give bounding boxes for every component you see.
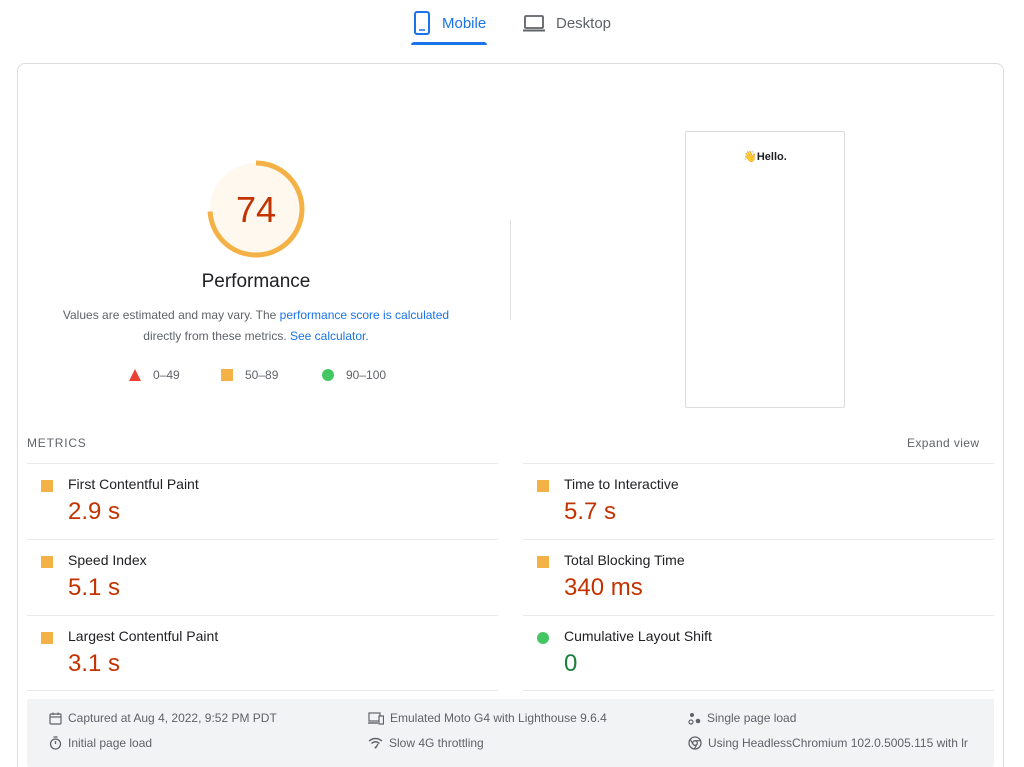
devices-icon [368,711,384,725]
average-square-icon [537,480,549,492]
description-text-1: Values are estimated and may vary. The [62,308,280,322]
metric-value: 5.7 s [564,498,617,525]
runtime-settings: Captured at Aug 4, 2022, 9:52 PM PDT Ini… [27,699,994,767]
metric-total-blocking-time: Total Blocking Time 340 ms [523,539,994,615]
circle-icon [322,369,334,381]
metric-name: Time to Interactive [564,476,679,492]
metric-name: Largest Contentful Paint [68,628,219,644]
device-text: Emulated Moto G4 with Lighthouse 9.6.4 [390,711,607,725]
browser-info: Using HeadlessChromium 102.0.5005.115 wi… [688,736,968,750]
calendar-icon [49,712,62,725]
laptop-icon [522,13,546,33]
preview-text: 👋Hello. [743,151,787,163]
performance-description: Values are estimated and may vary. The p… [40,305,472,347]
legend-fail: 0–49 [129,367,180,383]
divider [510,220,511,320]
see-calculator-link[interactable]: See calculator. [290,329,369,343]
signal-icon [368,737,383,749]
tab-mobile-label: Mobile [442,14,487,32]
throttling-info: Slow 4G throttling [368,736,484,750]
device-tabs: Mobile Desktop [0,0,1024,46]
square-icon [221,369,233,381]
nodes-icon [688,712,701,725]
performance-score: 74 [235,189,277,230]
metric-first-contentful-paint: First Contentful Paint 2.9 s [27,463,498,539]
metric-name: Cumulative Layout Shift [564,628,712,644]
metric-value: 0 [564,650,578,677]
initial-load-info: Initial page load [49,736,152,750]
metric-cumulative-layout-shift: Cumulative Layout Shift 0 [523,615,994,691]
page-screenshot-preview[interactable]: 👋Hello. [685,131,845,408]
legend-pass-label: 90–100 [346,368,387,382]
tab-mobile[interactable]: Mobile [412,0,486,46]
tab-desktop[interactable]: Desktop [522,0,611,46]
phone-icon [412,11,432,35]
average-square-icon [537,556,549,568]
average-square-icon [41,632,53,644]
legend-average: 50–89 [221,367,278,383]
score-calculated-link[interactable]: performance score is calculated [280,308,449,322]
device-info: Emulated Moto G4 with Lighthouse 9.6.4 [368,711,607,725]
pass-circle-icon [537,632,549,644]
metric-value: 340 ms [564,574,643,601]
legend-pass: 90–100 [322,367,386,383]
single-load-info: Single page load [688,711,796,725]
active-tab-indicator [411,42,487,45]
captured-info: Captured at Aug 4, 2022, 9:52 PM PDT [49,711,277,725]
captured-text: Captured at Aug 4, 2022, 9:52 PM PDT [68,711,277,725]
tab-desktop-label: Desktop [556,14,612,32]
chrome-icon [688,736,702,750]
legend-average-label: 50–89 [245,368,279,382]
metric-largest-contentful-paint: Largest Contentful Paint 3.1 s [27,615,498,691]
timer-icon [49,736,62,750]
metric-name: First Contentful Paint [68,476,199,492]
expand-view-toggle[interactable]: Expand view [907,436,979,450]
average-square-icon [41,556,53,568]
legend-fail-label: 0–49 [153,368,180,382]
average-square-icon [41,480,53,492]
description-text-2: directly from these metrics. [143,329,290,343]
metric-name: Total Blocking Time [564,552,685,568]
browser-text: Using HeadlessChromium 102.0.5005.115 wi… [708,736,968,750]
throttling-text: Slow 4G throttling [389,736,484,750]
initial-load-text: Initial page load [68,736,153,750]
metric-value: 2.9 s [68,498,121,525]
metric-name: Speed Index [68,552,147,568]
performance-title: Performance [201,271,311,292]
single-load-text: Single page load [707,711,797,725]
metrics-heading: METRICS [27,436,87,450]
triangle-icon [129,369,141,381]
metric-time-to-interactive: Time to Interactive 5.7 s [523,463,994,539]
metric-value: 5.1 s [68,574,121,601]
metric-value: 3.1 s [68,650,121,677]
metric-speed-index: Speed Index 5.1 s [27,539,498,615]
